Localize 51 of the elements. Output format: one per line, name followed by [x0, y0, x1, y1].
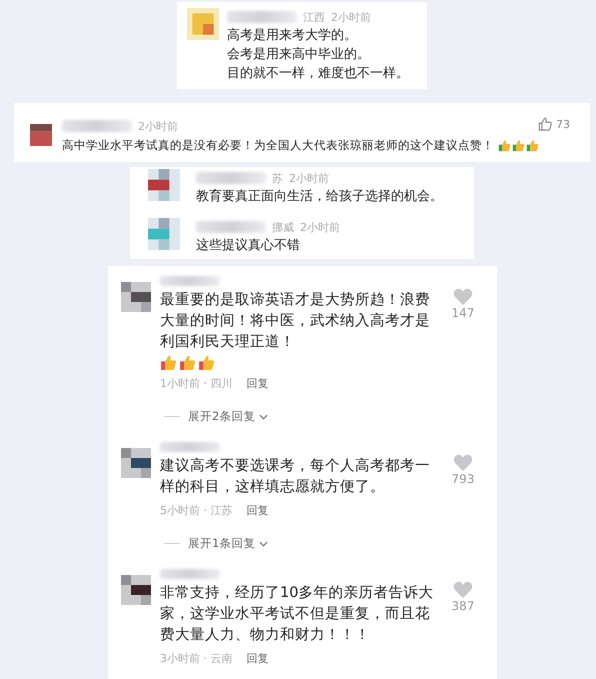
blurred-username	[160, 442, 220, 452]
expand-replies-link[interactable]: 展开1条回复	[164, 536, 268, 551]
thumbs-up-icon	[198, 354, 215, 371]
expand-replies-link[interactable]: 展开2条回复	[164, 409, 268, 424]
comment-text: 教育要真正面向生活，给孩子选择的机会。	[196, 188, 444, 206]
chevron-down-icon	[259, 540, 268, 546]
reply-link[interactable]: 回复	[246, 651, 268, 666]
reply-link[interactable]: 回复	[246, 376, 268, 391]
blurred-username	[196, 221, 266, 233]
comment-text: 目的就不一样，难度也不一样。	[227, 65, 410, 83]
comment-text: 最重要的是取谛英语才是大势所趋！浪费大量的时间！将中医，武术纳入高考才是利国利民天理正道！	[160, 290, 431, 352]
comment-text: 这些提议真心不错	[196, 237, 301, 255]
comment-text: 非常支持，经历了10多年的亲历者告诉大家，这学业水平考试不但是重复，而且花费大量人力、物力和财力！！！	[160, 584, 434, 645]
comment-text: 建议高考不要选课考，每个人高考都考一样的科目，这样填志愿就方便了。	[160, 456, 431, 497]
avatar-drawing	[187, 8, 219, 40]
comment-location: 苏	[272, 170, 283, 186]
comment-text: 高中学业水平考试真的是没有必要！为全国人大代表张琼丽老师的这个建议点赞！	[62, 137, 494, 154]
blurred-username	[227, 11, 297, 23]
blurred-username	[62, 120, 132, 132]
comment-time: 2小时前	[289, 170, 329, 186]
heart-icon	[453, 454, 473, 472]
avatar-drawing	[30, 123, 52, 147]
reply-link[interactable]: 回复	[246, 503, 268, 518]
avatar-drawing	[120, 448, 152, 478]
blurred-username	[196, 172, 266, 184]
thumbs-up-icon	[526, 139, 539, 152]
thumbs-up-icon	[160, 354, 177, 371]
blurred-username	[160, 276, 220, 286]
chevron-down-icon	[259, 414, 268, 420]
comment-text: 会考是用来高中毕业的。	[227, 46, 371, 64]
heart-icon	[453, 288, 473, 306]
avatar-drawing	[120, 282, 152, 312]
comment-time: 2小时前	[300, 220, 340, 234]
comment-meta: 5小时前 · 江苏	[160, 503, 232, 518]
thumbs-up-icon	[179, 354, 196, 371]
thumbs-up-icon	[512, 139, 525, 152]
heart-icon	[453, 581, 473, 599]
blurred-username	[160, 569, 220, 579]
avatar-drawing	[120, 575, 152, 605]
thumbs-up-icon	[538, 117, 552, 131]
comment-location: 挪威	[272, 220, 294, 234]
avatar-drawing	[146, 218, 182, 250]
comment-time: 2小时前	[138, 118, 178, 134]
comment-time: 2小时前	[331, 10, 371, 24]
comment-location: 江西	[303, 10, 325, 24]
avatar-drawing	[146, 169, 182, 201]
thumbs-up-icon	[498, 139, 511, 152]
like-button[interactable]: 73	[538, 117, 570, 131]
comment-text: 高考是用来考大学的。	[227, 27, 358, 45]
comment-meta: 3小时前 · 云南	[160, 651, 232, 666]
comment-meta: 1小时前 · 四川	[160, 376, 232, 391]
